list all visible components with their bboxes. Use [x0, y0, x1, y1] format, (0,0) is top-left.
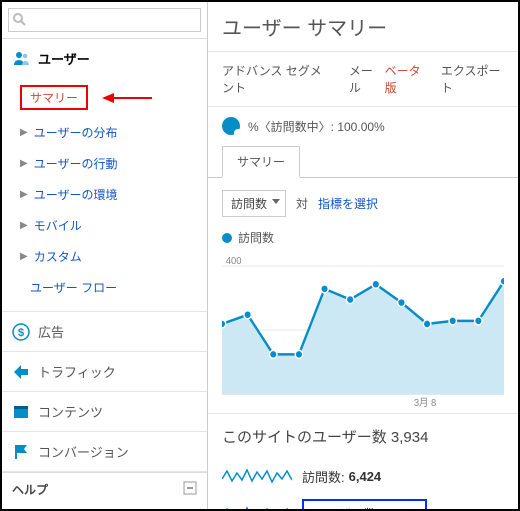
sub-custom[interactable]: ▶カスタム — [2, 241, 207, 272]
nav-users[interactable]: ユーザー — [2, 39, 207, 78]
red-arrow-icon — [102, 91, 152, 105]
toolbar-mail[interactable]: メール — [349, 62, 381, 96]
svg-text:3月 8: 3月 8 — [414, 397, 436, 409]
sub-behavior[interactable]: ▶ユーザーの行動 — [2, 148, 207, 179]
nav-content[interactable]: コンテンツ — [2, 392, 207, 431]
sub-mobile[interactable]: ▶モバイル — [2, 210, 207, 241]
sub-distribution[interactable]: ▶ユーザーの分布 — [2, 117, 207, 148]
help-link-report[interactable]: ユーザー サマリー レポート — [12, 504, 197, 511]
dollar-icon: $ — [12, 323, 30, 341]
chevron-right-icon: ▶ — [20, 158, 28, 169]
sparkline-icon — [222, 503, 292, 510]
search-icon — [12, 12, 26, 26]
blue-arrow-icon — [435, 507, 485, 510]
sub-summary[interactable]: サマリー — [2, 78, 207, 117]
users-section-title: このサイトのユーザー数 3,934 — [208, 413, 518, 459]
toolbar: アドバンス セグメント メール ベータ版 エクスポート — [208, 52, 518, 107]
segment-row: %〈訪問数中〉: 100.00% — [208, 107, 518, 145]
svg-text:$: $ — [18, 327, 24, 339]
tab-summary[interactable]: サマリー — [222, 146, 300, 178]
sub-environment[interactable]: ▶ユーザーの環境 — [2, 179, 207, 210]
chevron-right-icon: ▶ — [20, 220, 28, 231]
choose-metric-link[interactable]: 指標を選択 — [318, 195, 378, 212]
help-title: ヘルプ — [12, 481, 48, 498]
metric-users: ユーザー数: 3,934 — [222, 493, 504, 509]
nav-ads[interactable]: $ 広告 — [2, 312, 207, 351]
sparkline-icon — [222, 465, 292, 487]
toolbar-advanced[interactable]: アドバンス セグメント — [222, 62, 331, 96]
vs-label: 対 — [296, 195, 308, 212]
beta-badge: ベータ版 — [385, 62, 427, 96]
nav-conversion[interactable]: コンバージョン — [2, 432, 207, 471]
series-dot-icon — [222, 233, 232, 243]
traffic-icon — [12, 363, 30, 381]
content-icon — [12, 403, 30, 421]
chart-series-label: 訪問数 — [238, 229, 274, 246]
metric-visits: 訪問数: 6,424 — [222, 459, 504, 493]
sub-userflow[interactable]: ユーザー フロー — [2, 272, 207, 303]
search-bar — [2, 2, 207, 39]
metric-dropdown[interactable]: 訪問数 — [222, 190, 286, 217]
segment-dot-icon — [222, 117, 240, 135]
line-chart: 400 200 3月 8 — [222, 250, 504, 410]
flag-icon — [12, 443, 30, 461]
nav-users-label: ユーザー — [38, 49, 90, 68]
toolbar-export[interactable]: エクスポート — [441, 62, 504, 96]
chevron-right-icon: ▶ — [20, 189, 28, 200]
chevron-right-icon: ▶ — [20, 127, 28, 138]
user-icon — [12, 50, 30, 68]
help-panel: ヘルプ ユーザー サマリー レポート 指標の比較 — [2, 472, 207, 511]
help-toggle-icon[interactable] — [183, 481, 197, 498]
page-title: ユーザー サマリー — [208, 2, 518, 52]
chevron-right-icon: ▶ — [20, 251, 28, 262]
svg-text:400: 400 — [226, 256, 242, 267]
nav-traffic[interactable]: トラフィック — [2, 352, 207, 391]
search-input[interactable] — [8, 8, 201, 32]
